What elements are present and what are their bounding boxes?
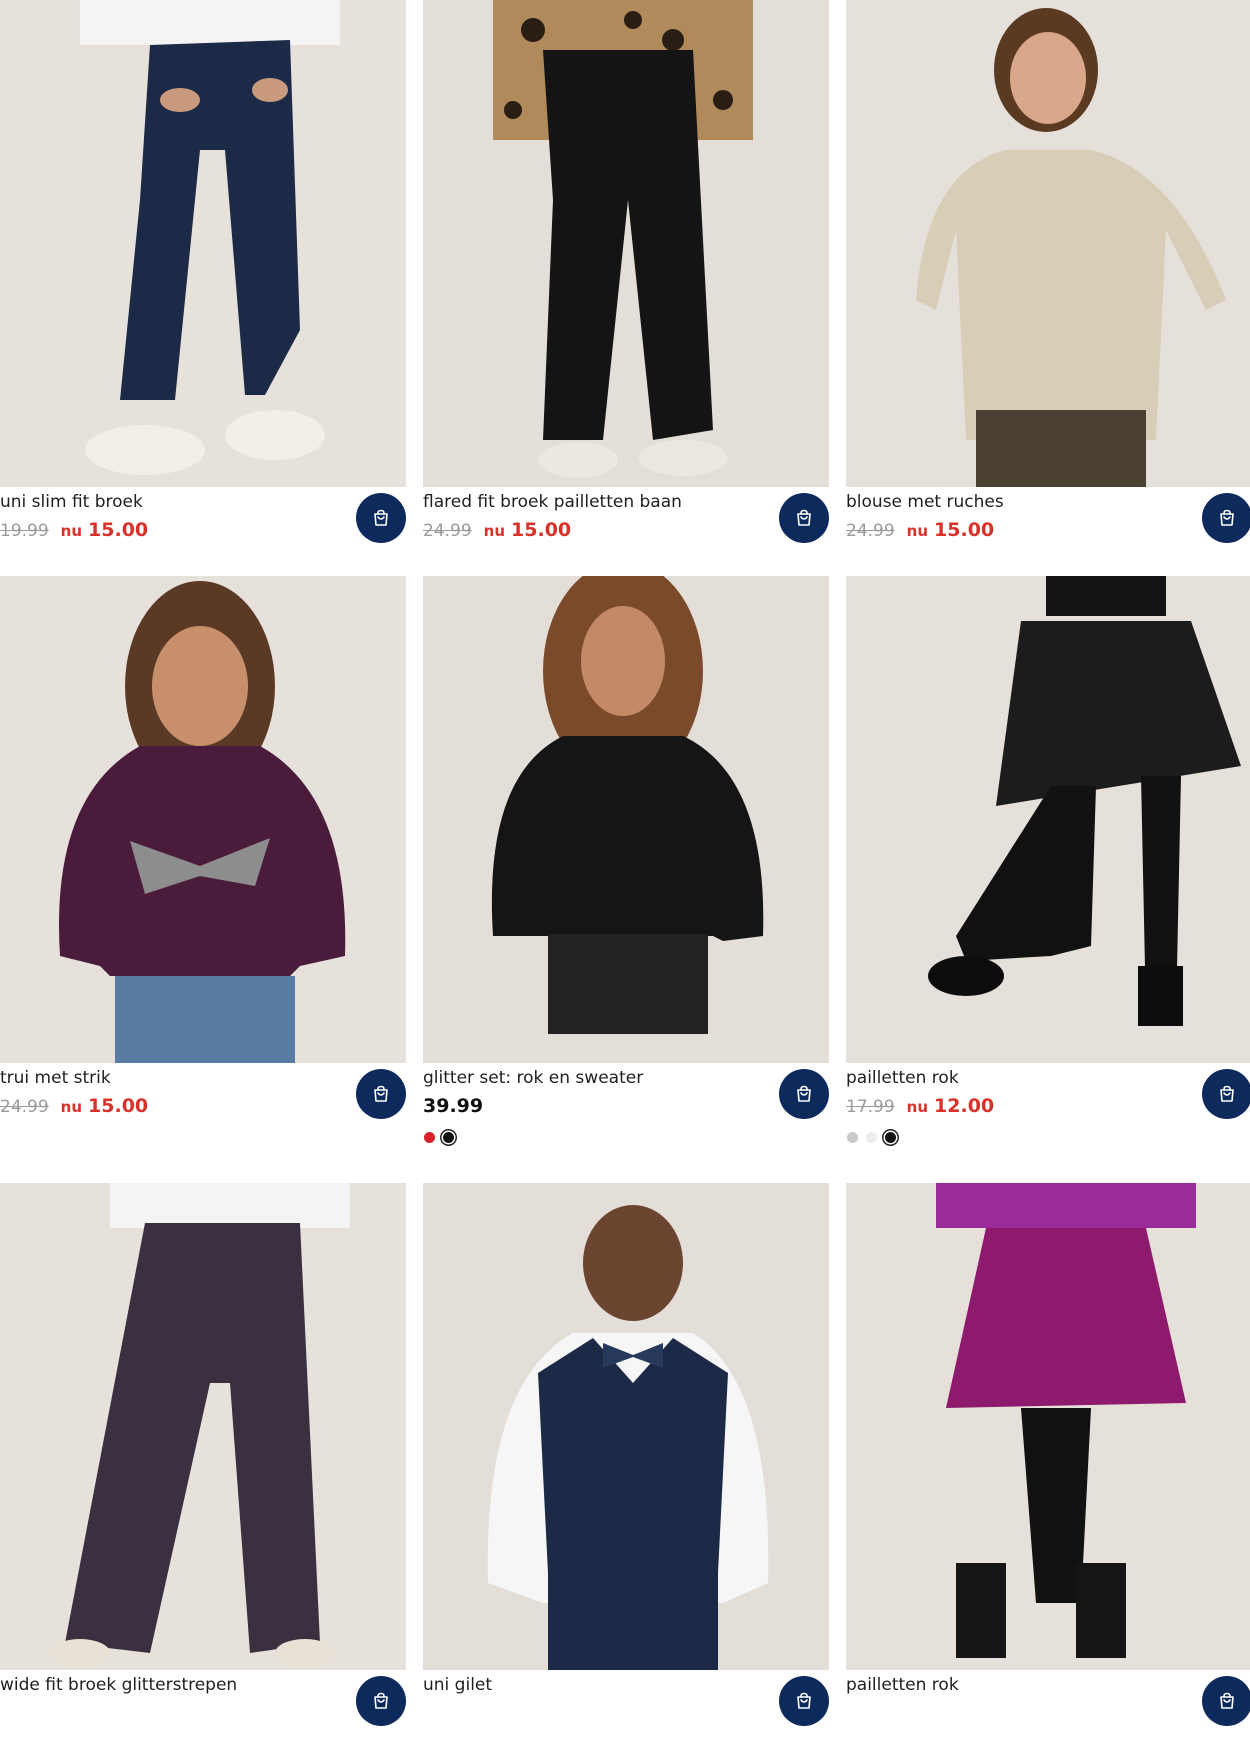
product-photo[interactable] [423,576,829,1063]
product-info: wide fit broek glitterstrepen [0,1676,406,1756]
color-swatch-black[interactable] [443,1132,454,1143]
add-to-cart-button[interactable] [356,493,406,543]
price-row: 24.99 nu 15.00 [846,519,994,541]
color-swatch-black[interactable] [885,1132,896,1143]
product-info: flared fit broek pailletten baan 24.99 n… [423,493,829,573]
sale-price: 12.00 [934,1095,995,1117]
shopping-bag-icon [797,1085,811,1102]
sale-price: 15.00 [934,519,995,541]
shopping-bag-icon [374,1692,388,1709]
price-row: 24.99 nu 15.00 [423,519,571,541]
add-to-cart-button[interactable] [779,1676,829,1726]
shopping-bag-icon [374,509,388,526]
original-price: 24.99 [0,1097,49,1117]
now-label: nu [483,522,506,540]
shopping-bag-icon [1220,1085,1234,1102]
shopping-bag-icon [797,1692,811,1709]
product-name[interactable]: uni gilet [423,1676,492,1694]
add-to-cart-button[interactable] [356,1069,406,1119]
product-photo[interactable] [0,1183,406,1670]
color-swatches [424,1132,462,1143]
product-info: blouse met ruches 24.99 nu 15.00 [846,493,1250,573]
product-photo[interactable] [846,0,1250,487]
shopping-bag-icon [1220,509,1234,526]
product-info: trui met strik 24.99 nu 15.00 [0,1069,406,1149]
product-name[interactable]: pailletten rok [846,1676,959,1694]
add-to-cart-button[interactable] [1202,1676,1250,1726]
product-info: uni gilet [423,1676,829,1756]
add-to-cart-button[interactable] [1202,1069,1250,1119]
original-price: 24.99 [846,521,895,541]
product-info: pailletten rok [846,1676,1250,1756]
shopping-bag-icon [1220,1692,1234,1709]
product-photo[interactable] [423,1183,829,1670]
product-info: pailletten rok 17.99 nu 12.00 [846,1069,1250,1149]
color-swatch-red[interactable] [424,1132,435,1143]
product-name[interactable]: blouse met ruches [846,493,1004,511]
shopping-bag-icon [374,1085,388,1102]
add-to-cart-button[interactable] [779,1069,829,1119]
add-to-cart-button[interactable] [1202,493,1250,543]
sale-price: 15.00 [511,519,572,541]
product-info: uni slim fit broek 19.99 nu 15.00 [0,493,406,573]
now-label: nu [906,1098,929,1116]
price-row: 39.99 [423,1095,483,1117]
original-price: 24.99 [423,521,472,541]
color-swatches [847,1132,904,1143]
product-photo[interactable] [846,576,1250,1063]
product-name[interactable]: trui met strik [0,1069,111,1087]
product-name[interactable]: glitter set: rok en sweater [423,1069,643,1087]
product-photo[interactable] [0,576,406,1063]
price-row: 24.99 nu 15.00 [0,1095,148,1117]
product-info: glitter set: rok en sweater 39.99 [423,1069,829,1149]
product-photo[interactable] [0,0,406,487]
add-to-cart-button[interactable] [779,493,829,543]
product-name[interactable]: flared fit broek pailletten baan [423,493,682,511]
price-row: 19.99 nu 15.00 [0,519,148,541]
product-photo[interactable] [846,1183,1250,1670]
original-price: 19.99 [0,521,49,541]
add-to-cart-button[interactable] [356,1676,406,1726]
price: 39.99 [423,1095,484,1117]
sale-price: 15.00 [88,1095,149,1117]
original-price: 17.99 [846,1097,895,1117]
product-name[interactable]: pailletten rok [846,1069,959,1087]
now-label: nu [60,522,83,540]
price-row: 17.99 nu 12.00 [846,1095,994,1117]
product-name[interactable]: uni slim fit broek [0,493,143,511]
now-label: nu [60,1098,83,1116]
product-photo[interactable] [423,0,829,487]
sale-price: 15.00 [88,519,149,541]
color-swatch-white[interactable] [866,1132,877,1143]
shopping-bag-icon [797,509,811,526]
now-label: nu [906,522,929,540]
color-swatch-silver[interactable] [847,1132,858,1143]
product-name[interactable]: wide fit broek glitterstrepen [0,1676,237,1694]
